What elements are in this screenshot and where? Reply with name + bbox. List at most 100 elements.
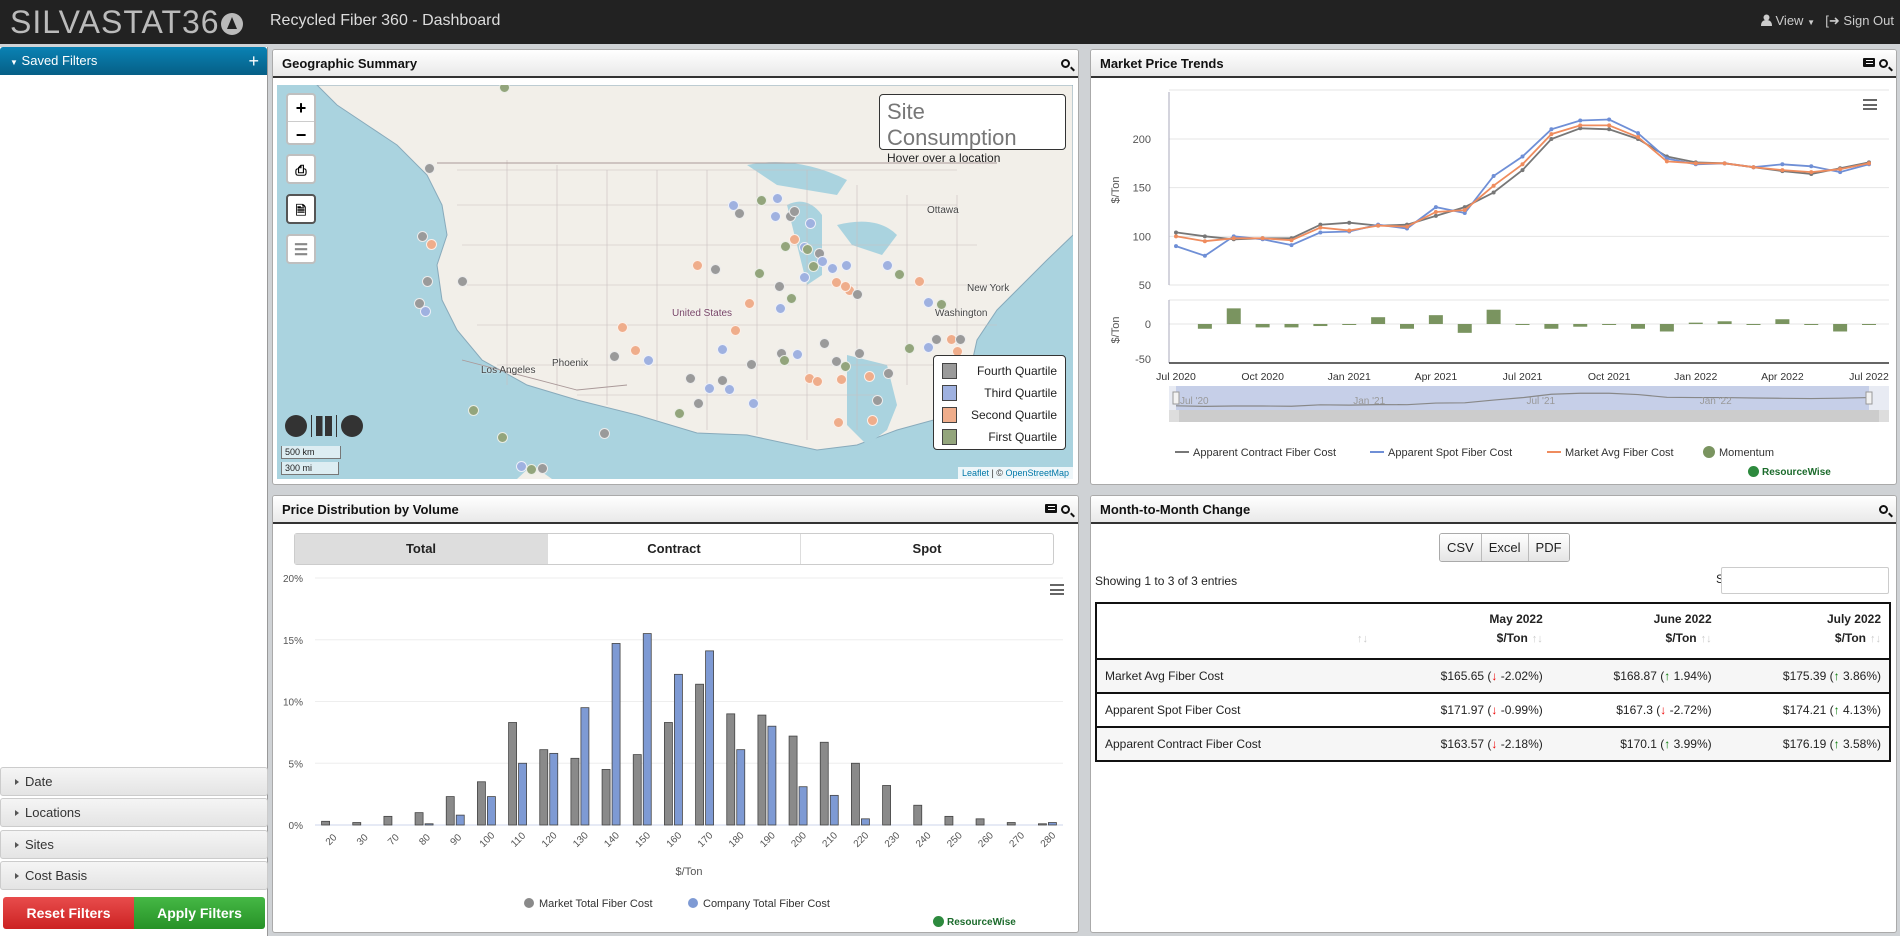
data-point[interactable]	[1260, 236, 1265, 241]
distribution-bar[interactable]	[695, 683, 704, 826]
filter-cost-basis[interactable]: Cost Basis	[0, 861, 268, 890]
distribution-bar[interactable]	[1006, 822, 1016, 826]
zoom-panel-icon[interactable]	[1061, 59, 1070, 68]
distribution-bar[interactable]	[414, 812, 424, 826]
distribution-bar[interactable]	[913, 804, 923, 826]
site-marker[interactable]	[854, 348, 865, 359]
navigator-handle-right[interactable]	[1865, 391, 1873, 405]
site-marker[interactable]	[789, 206, 800, 217]
distribution-bar[interactable]	[487, 796, 496, 826]
momentum-bar[interactable]	[1342, 324, 1357, 325]
momentum-bar[interactable]	[1197, 324, 1212, 329]
distribution-bar[interactable]	[851, 762, 860, 826]
data-point[interactable]	[1636, 135, 1640, 140]
site-marker[interactable]	[827, 263, 838, 274]
distribution-bar[interactable]	[632, 754, 642, 826]
chart-menu-icon[interactable]	[1863, 99, 1877, 110]
distribution-bar[interactable]	[975, 818, 985, 826]
data-point[interactable]	[1289, 243, 1294, 248]
distribution-bar[interactable]	[321, 820, 330, 826]
distribution-bar[interactable]	[736, 749, 746, 826]
momentum-bar[interactable]	[1515, 324, 1530, 325]
leaflet-link[interactable]: Leaflet	[962, 468, 989, 478]
reset-filters-button[interactable]: Reset Filters	[3, 897, 134, 929]
distribution-bar[interactable]	[518, 762, 527, 826]
site-marker[interactable]	[812, 376, 823, 387]
site-marker[interactable]	[955, 334, 966, 345]
site-marker[interactable]	[923, 297, 934, 308]
site-marker[interactable]	[779, 355, 790, 366]
site-marker[interactable]	[693, 398, 704, 409]
momentum-bar[interactable]	[1255, 324, 1270, 328]
zoom-panel-icon[interactable]	[1879, 505, 1888, 514]
pdf-button[interactable]: PDF	[1528, 534, 1569, 561]
site-marker[interactable]	[617, 322, 628, 333]
zoom-in-button[interactable]: +	[288, 95, 314, 122]
momentum-bar[interactable]	[1400, 324, 1414, 329]
momentum-bar[interactable]	[1284, 324, 1299, 328]
data-point[interactable]	[1809, 164, 1814, 169]
momentum-bar[interactable]	[1313, 324, 1328, 327]
column-header-june[interactable]: June 2022 $/Ton ↑↓	[1550, 603, 1720, 660]
distribution-bar[interactable]	[455, 814, 465, 826]
distribution-bar[interactable]	[1038, 823, 1047, 826]
momentum-bar[interactable]	[1226, 308, 1241, 324]
site-marker[interactable]	[786, 293, 797, 304]
site-marker[interactable]	[894, 269, 905, 280]
distribution-bar[interactable]	[705, 650, 714, 826]
data-point[interactable]	[1838, 167, 1843, 172]
site-marker[interactable]	[717, 344, 728, 355]
momentum-bar[interactable]	[1371, 317, 1386, 324]
site-marker[interactable]	[643, 355, 654, 366]
data-point[interactable]	[1809, 170, 1814, 175]
data-table-icon[interactable]	[1045, 504, 1057, 513]
data-point[interactable]	[1347, 228, 1352, 233]
filter-date[interactable]: Date	[0, 767, 268, 796]
momentum-bar[interactable]	[1631, 324, 1645, 329]
momentum-bar[interactable]	[1775, 319, 1790, 324]
site-marker[interactable]	[864, 371, 875, 382]
data-point[interactable]	[1405, 224, 1409, 229]
momentum-bar[interactable]	[1602, 324, 1617, 325]
data-point[interactable]	[1636, 131, 1640, 136]
navigator-handle-left[interactable]	[1172, 391, 1180, 405]
data-point[interactable]	[1174, 234, 1178, 239]
site-marker[interactable]	[730, 325, 741, 336]
momentum-bar[interactable]	[1804, 324, 1819, 325]
data-point[interactable]	[1549, 137, 1554, 141]
data-point[interactable]	[1318, 225, 1323, 230]
momentum-bar[interactable]	[1717, 321, 1732, 324]
csv-button[interactable]: CSV	[1440, 534, 1482, 561]
distribution-bar[interactable]	[767, 725, 777, 826]
distribution-bar[interactable]	[757, 714, 767, 826]
distribution-bar[interactable]	[539, 749, 549, 826]
chart-menu-icon[interactable]	[1050, 584, 1064, 595]
site-marker[interactable]	[526, 464, 537, 475]
legend-item[interactable]: Market Total Fiber Cost	[539, 898, 653, 910]
data-point[interactable]	[1347, 220, 1352, 225]
legend-item[interactable]: Company Total Fiber Cost	[703, 898, 830, 910]
site-marker[interactable]	[799, 272, 810, 283]
site-marker[interactable]	[841, 260, 852, 271]
site-marker[interactable]	[792, 349, 803, 360]
data-point[interactable]	[1867, 161, 1871, 166]
filter-sites[interactable]: Sites	[0, 830, 268, 859]
distribution-bar[interactable]	[788, 735, 798, 826]
momentum-bar[interactable]	[1688, 322, 1703, 324]
site-marker[interactable]	[852, 289, 863, 300]
site-marker[interactable]	[422, 276, 433, 287]
site-marker[interactable]	[936, 299, 947, 310]
data-point[interactable]	[1491, 190, 1496, 195]
data-point[interactable]	[1549, 127, 1554, 132]
momentum-bar[interactable]	[1659, 324, 1674, 332]
site-marker[interactable]	[685, 373, 696, 384]
site-marker[interactable]	[819, 338, 830, 349]
data-point[interactable]	[1607, 127, 1612, 132]
osm-link[interactable]: OpenStreetMap	[1005, 468, 1069, 478]
distribution-bar[interactable]	[944, 815, 954, 826]
data-point[interactable]	[1664, 159, 1669, 164]
data-point[interactable]	[1289, 238, 1294, 243]
distribution-bar[interactable]	[611, 643, 621, 826]
apply-filters-button[interactable]: Apply Filters	[134, 897, 265, 929]
scrollbar-thumb[interactable]	[1179, 410, 1879, 422]
